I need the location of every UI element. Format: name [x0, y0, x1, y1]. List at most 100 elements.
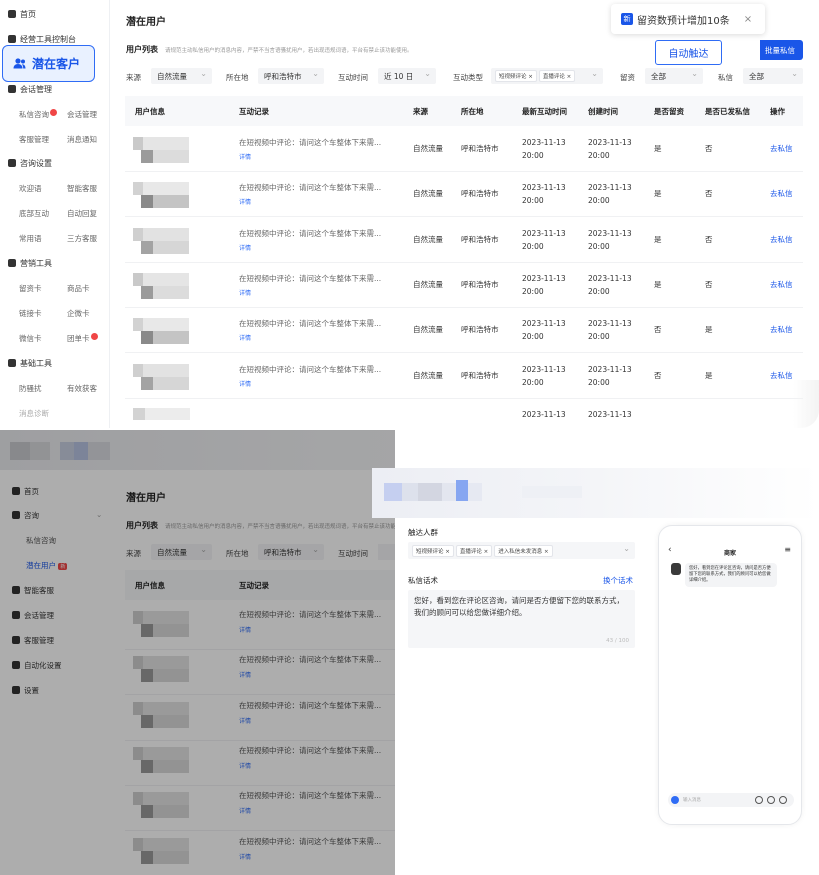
detail-link[interactable]: 详情 — [239, 197, 251, 206]
dm-sent-cell: 是 — [705, 325, 713, 335]
list-title: 用户列表 — [126, 45, 158, 54]
script-text: 您好，看到您在评论区咨询，请问是否方便留下您的联系方式，我们的顾问可以给您做详细… — [414, 596, 624, 617]
sidebar-item-potential-customers[interactable]: 潜在客户 — [2, 45, 95, 82]
table-row: 在短视频中评论：请问这个车整体下来需... 详情 自然流量 呼和浩特市 2023… — [125, 218, 803, 263]
table-row: 在短视频中评论：请问这个车整体下来需... 详情 自然流量 呼和浩特市 2023… — [125, 308, 803, 354]
sidebar-sub-group[interactable]: 团单卡 — [67, 333, 98, 344]
column-header: 是否已发私信 — [705, 107, 750, 116]
audience-tag[interactable]: 短视频评论 × — [412, 545, 454, 557]
script-label: 私信话术 — [408, 576, 438, 585]
dm-sent-cell: 是 — [705, 370, 713, 380]
interaction-record: 在短视频中评论：请问这个车整体下来需... — [239, 138, 382, 147]
lead-status-cell: 是 — [654, 234, 662, 244]
sidebar-item-consult-settings[interactable]: 咨询设置 — [8, 158, 52, 169]
bulk-message-button[interactable]: 批量私信 — [760, 40, 803, 60]
filter-label-time: 互动时间 — [338, 73, 368, 82]
voice-icon[interactable] — [671, 796, 679, 804]
sidebar-sub-leadcard[interactable]: 留资卡 — [19, 283, 42, 294]
avatar-mosaic — [133, 137, 189, 163]
sidebar-sub-productcard[interactable]: 商品卡 — [67, 283, 90, 294]
filter-label-source: 来源 — [126, 73, 141, 82]
sidebar-sub-linkcard[interactable]: 链接卡 — [19, 308, 42, 319]
toast-notification: 新 留资数预计增加10条 × — [611, 4, 765, 34]
avatar-mosaic — [133, 227, 189, 254]
emoji-icon[interactable] — [755, 796, 763, 804]
sidebar-sub-wechat[interactable]: 微信卡 — [19, 333, 42, 344]
script-textarea[interactable]: 您好，看到您在评论区咨询，请问是否方便留下您的联系方式，我们的顾问可以给您做详细… — [408, 590, 635, 648]
sidebar-sub-autoreply[interactable]: 自动回复 — [67, 208, 97, 219]
sidebar-sub-welcome[interactable]: 欢迎语 — [19, 183, 42, 194]
menu-icon: ≡ — [784, 545, 791, 554]
location-cell: 呼和浩特市 — [461, 370, 499, 380]
sidebar-sub-bottom[interactable]: 底部互动 — [19, 208, 49, 219]
input-placeholder: 输入消息 — [683, 798, 701, 803]
table-row: 在短视频中评论：请问这个车整体下来需... 详情 自然流量 呼和浩特市 2023… — [125, 172, 803, 218]
filter-lead-select[interactable]: 全部 — [645, 68, 703, 84]
send-dm-link[interactable]: 去私信 — [770, 323, 793, 336]
home-icon — [8, 10, 16, 18]
close-icon[interactable]: × — [744, 14, 752, 25]
created-time-date: 2023-11-13 — [588, 273, 632, 283]
sidebar-item-marketing[interactable]: 营销工具 — [8, 258, 52, 269]
modal-overlay[interactable] — [0, 430, 395, 875]
sidebar-item-session[interactable]: 会话管理 — [8, 84, 52, 95]
audience-select[interactable]: 短视频评论 × 直播评论 × 进入私信未发消息 × ⌄ — [408, 542, 635, 559]
detail-link[interactable]: 详情 — [239, 243, 251, 252]
sidebar-sub-antispam[interactable]: 防骚扰 — [19, 383, 42, 394]
send-dm-link[interactable]: 去私信 — [770, 142, 793, 155]
send-dm-link[interactable]: 去私信 — [770, 369, 793, 382]
message-input[interactable]: 输入消息 — [668, 793, 794, 807]
column-header: 最新互动时间 — [522, 107, 567, 116]
sidebar-item-home[interactable]: 首页 — [8, 9, 36, 20]
detail-link[interactable]: 详情 — [239, 152, 251, 161]
column-header: 互动记录 — [239, 107, 269, 116]
sidebar-item-basic-tools[interactable]: 基础工具 — [8, 358, 52, 369]
sidebar-sub-notify[interactable]: 消息通知 — [67, 134, 97, 145]
sidebar-sub-wecom[interactable]: 企微卡 — [67, 308, 90, 319]
column-header: 操作 — [770, 107, 785, 116]
detail-link[interactable]: 详情 — [239, 288, 251, 297]
sidebar-sub-dm[interactable]: 私信咨询 — [19, 109, 57, 120]
column-header: 所在地 — [461, 107, 484, 116]
audience-tag[interactable]: 进入私信未发消息 × — [494, 545, 553, 557]
phone-title: 商家 — [723, 550, 736, 557]
table-header: 用户信息 互动记录 来源 所在地 最新互动时间 创建时间 是否留资 是否已发私信… — [125, 96, 803, 126]
filter-tag[interactable]: 短视频评论 × — [495, 70, 537, 82]
change-script-link[interactable]: 换个话术 — [603, 575, 633, 586]
marketing-icon — [8, 259, 16, 267]
auto-reach-button[interactable]: 自动触达 — [655, 40, 722, 65]
sidebar-sub-third[interactable]: 三方客服 — [67, 233, 97, 244]
sidebar-item-dashboard[interactable]: 经营工具控制台 — [8, 34, 76, 45]
sidebar-sub-agent[interactable]: 客服管理 — [19, 134, 49, 145]
plus-icon[interactable] — [779, 796, 787, 804]
sidebar-sub-common[interactable]: 常用语 — [19, 233, 42, 244]
latest-time-clock: 20:00 — [522, 196, 544, 206]
detail-link[interactable]: 详情 — [239, 333, 251, 342]
audience-tag[interactable]: 直播评论 × — [455, 545, 493, 557]
lead-status-cell: 是 — [654, 279, 662, 289]
sidebar-sub-ai[interactable]: 智能客服 — [67, 183, 97, 194]
filter-dm-select[interactable]: 全部 — [743, 68, 803, 84]
filter-type-select[interactable]: 短视频评论 × 直播评论 × — [491, 68, 603, 84]
photo-icon[interactable] — [767, 796, 775, 804]
sidebar-sub-diagnose[interactable]: 消息诊断 — [19, 408, 49, 419]
filter-tag[interactable]: 直播评论 × — [538, 70, 576, 82]
filter-label-type: 互动类型 — [453, 73, 483, 82]
chat-icon — [8, 85, 16, 93]
interaction-record: 在短视频中评论：请问这个车整体下来需... — [239, 273, 382, 283]
detail-link[interactable]: 详情 — [239, 379, 251, 388]
filter-location-select[interactable]: 呼和浩特市 — [258, 68, 324, 84]
people-icon — [13, 58, 26, 69]
send-dm-link[interactable]: 去私信 — [770, 233, 793, 246]
send-dm-link[interactable]: 去私信 — [770, 187, 793, 200]
toast-text: 留资数预计增加10条 — [637, 15, 730, 27]
top-screenshot: 首页 经营工具控制台 潜在客户 会话管理 私信咨询 会话管理 客服管理 消息通知… — [0, 0, 819, 428]
filter-time-select[interactable]: 近 10 日 — [378, 68, 436, 84]
send-dm-link[interactable]: 去私信 — [770, 278, 793, 291]
created-time-clock: 20:00 — [588, 377, 610, 387]
source-cell: 自然流量 — [413, 189, 443, 199]
source-cell: 自然流量 — [413, 325, 443, 335]
sidebar-sub-session[interactable]: 会话管理 — [67, 109, 97, 120]
sidebar-sub-valid[interactable]: 有效获客 — [67, 383, 97, 394]
filter-source-select[interactable]: 自然流量 — [151, 68, 212, 84]
